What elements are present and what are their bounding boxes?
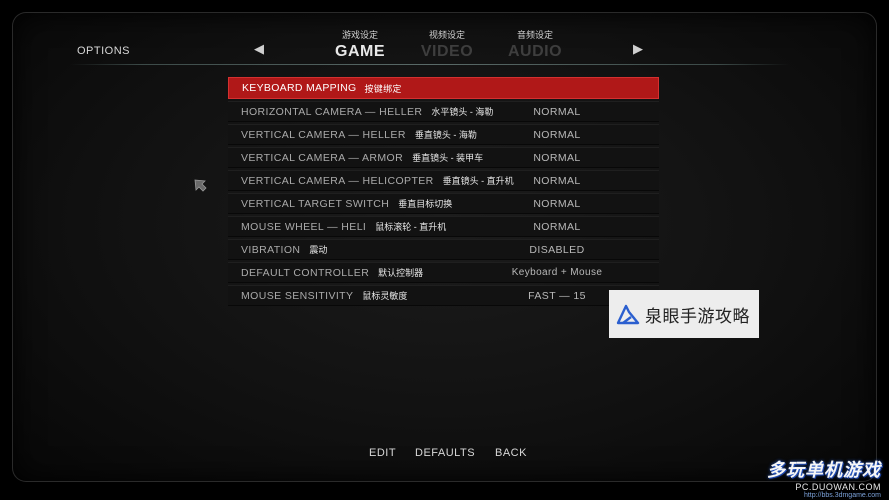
- tab-audio-label: AUDIO: [507, 43, 563, 60]
- menu-item-label: KEYBOARD MAPPING: [242, 82, 357, 94]
- menu-item-vibration[interactable]: VIBRATION 震动 DISABLED: [228, 239, 659, 260]
- options-menu: KEYBOARD MAPPING 按键绑定 HORIZONTAL CAMERA …: [228, 77, 659, 306]
- menu-item-mouse-sensitivity[interactable]: MOUSE SENSITIVITY 鼠标灵敏度 FAST — 15: [228, 285, 659, 306]
- menu-item-label: VERTICAL CAMERA — ARMOR: [241, 151, 404, 164]
- watermark-text: 泉眼手游攻略: [645, 306, 750, 326]
- menu-item-label: VIBRATION: [241, 243, 301, 256]
- menu-item-cn-label: 默认控制器: [378, 268, 424, 278]
- tab-game-label: GAME: [335, 43, 385, 60]
- tab-audio[interactable]: 音频设定 AUDIO: [490, 28, 580, 61]
- mouse-cursor-icon: [194, 179, 207, 192]
- tab-game[interactable]: 游戏设定 GAME: [315, 28, 405, 61]
- edit-button[interactable]: EDIT: [369, 447, 396, 459]
- previous-tab-arrow-icon[interactable]: ◀: [254, 41, 264, 57]
- site-watermark-url: PC.DUOWAN.COM: [795, 482, 881, 492]
- defaults-button[interactable]: DEFAULTS: [415, 447, 475, 459]
- site-watermark-small-url: http://bbs.3dmgame.com: [803, 492, 881, 499]
- tab-audio-cn-label: 音频设定: [516, 30, 553, 40]
- menu-item-keyboard-mapping[interactable]: KEYBOARD MAPPING 按键绑定: [228, 77, 659, 99]
- menu-item-mouse-wheel-heli[interactable]: MOUSE WHEEL — HELI 鼠标滚轮 - 直升机 NORMAL: [228, 216, 659, 237]
- menu-item-cn-label: 震动: [309, 245, 328, 255]
- menu-item-cn-label: 垂直目标切换: [398, 199, 453, 209]
- tab-game-cn-label: 游戏设定: [341, 30, 378, 40]
- menu-item-vertical-camera-helicopter[interactable]: VERTICAL CAMERA — HELICOPTER 垂直镜头 - 直升机 …: [228, 170, 659, 191]
- menu-item-value: NORMAL: [533, 220, 581, 233]
- tab-video[interactable]: 视频设定 VIDEO: [402, 28, 492, 61]
- menu-item-default-controller[interactable]: DEFAULT CONTROLLER 默认控制器 Keyboard + Mous…: [228, 262, 659, 283]
- menu-item-vertical-camera-armor[interactable]: VERTICAL CAMERA — ARMOR 垂直镜头 - 装甲车 NORMA…: [228, 147, 659, 168]
- menu-item-label: DEFAULT CONTROLLER: [241, 266, 370, 279]
- menu-item-cn-label: 水平镜头 - 海勒: [431, 107, 494, 117]
- menu-item-value: NORMAL: [533, 174, 581, 187]
- header-divider: [70, 64, 790, 65]
- page-title: OPTIONS: [77, 45, 131, 57]
- menu-item-vertical-camera-heller[interactable]: VERTICAL CAMERA — HELLER 垂直镜头 - 海勒 NORMA…: [228, 124, 659, 145]
- menu-item-cn-label: 鼠标滚轮 - 直升机: [375, 222, 447, 232]
- menu-item-value: DISABLED: [529, 243, 585, 256]
- menu-item-value: NORMAL: [533, 151, 581, 164]
- menu-item-label: MOUSE SENSITIVITY: [241, 289, 354, 302]
- menu-item-cn-label: 按键绑定: [364, 83, 402, 94]
- menu-item-cn-label: 鼠标灵敏度: [362, 291, 408, 301]
- menu-item-horizontal-camera-heller[interactable]: HORIZONTAL CAMERA — HELLER 水平镜头 - 海勒 NOR…: [228, 101, 659, 122]
- menu-item-label: VERTICAL TARGET SWITCH: [241, 197, 390, 210]
- menu-item-vertical-target-switch[interactable]: VERTICAL TARGET SWITCH 垂直目标切换 NORMAL: [228, 193, 659, 214]
- site-watermark: 多玩单机游戏 PC.DUOWAN.COM http://bbs.3dmgame.…: [767, 456, 881, 499]
- back-button[interactable]: BACK: [495, 447, 527, 459]
- menu-item-cn-label: 垂直镜头 - 海勒: [414, 130, 477, 140]
- menu-item-value: NORMAL: [533, 105, 581, 118]
- menu-item-value: NORMAL: [533, 197, 581, 210]
- next-tab-arrow-icon[interactable]: ▶: [633, 41, 643, 57]
- watermark-box: 泉眼手游攻略: [609, 290, 759, 338]
- menu-item-value: Keyboard + Mouse: [511, 267, 603, 278]
- menu-item-value: FAST — 15: [528, 289, 586, 302]
- tab-video-label: VIDEO: [420, 43, 474, 60]
- menu-item-cn-label: 垂直镜头 - 装甲车: [412, 153, 484, 163]
- menu-item-value: NORMAL: [533, 128, 581, 141]
- menu-item-label: VERTICAL CAMERA — HELLER: [241, 128, 406, 141]
- menu-item-label: MOUSE WHEEL — HELI: [241, 220, 367, 233]
- watermark-logo-icon: [616, 304, 640, 325]
- tab-video-cn-label: 视频设定: [428, 30, 465, 40]
- menu-item-label: HORIZONTAL CAMERA — HELLER: [241, 105, 423, 118]
- menu-item-label: VERTICAL CAMERA — HELICOPTER: [241, 174, 434, 187]
- site-watermark-name: 多玩单机游戏: [767, 460, 881, 480]
